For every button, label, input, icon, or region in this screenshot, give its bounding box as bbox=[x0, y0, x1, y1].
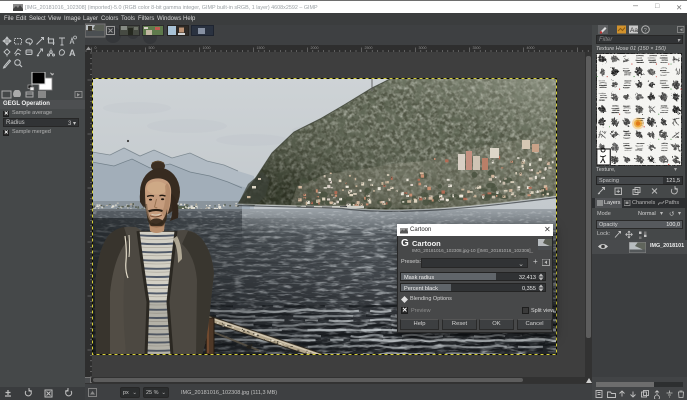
svg-text:3500: 3500 bbox=[473, 46, 481, 50]
svg-text:0: 0 bbox=[95, 46, 97, 50]
svg-text:2500: 2500 bbox=[365, 46, 373, 50]
svg-text:4000: 4000 bbox=[527, 46, 535, 50]
svg-text:500: 500 bbox=[149, 46, 155, 50]
svg-text:1000: 1000 bbox=[203, 46, 211, 50]
svg-text:2000: 2000 bbox=[311, 46, 319, 50]
svg-text:Aa: Aa bbox=[630, 27, 638, 34]
svg-text:1500: 1500 bbox=[257, 46, 265, 50]
svg-text:?: ? bbox=[644, 28, 647, 34]
svg-text:A: A bbox=[69, 48, 76, 58]
svg-text:3000: 3000 bbox=[419, 46, 427, 50]
